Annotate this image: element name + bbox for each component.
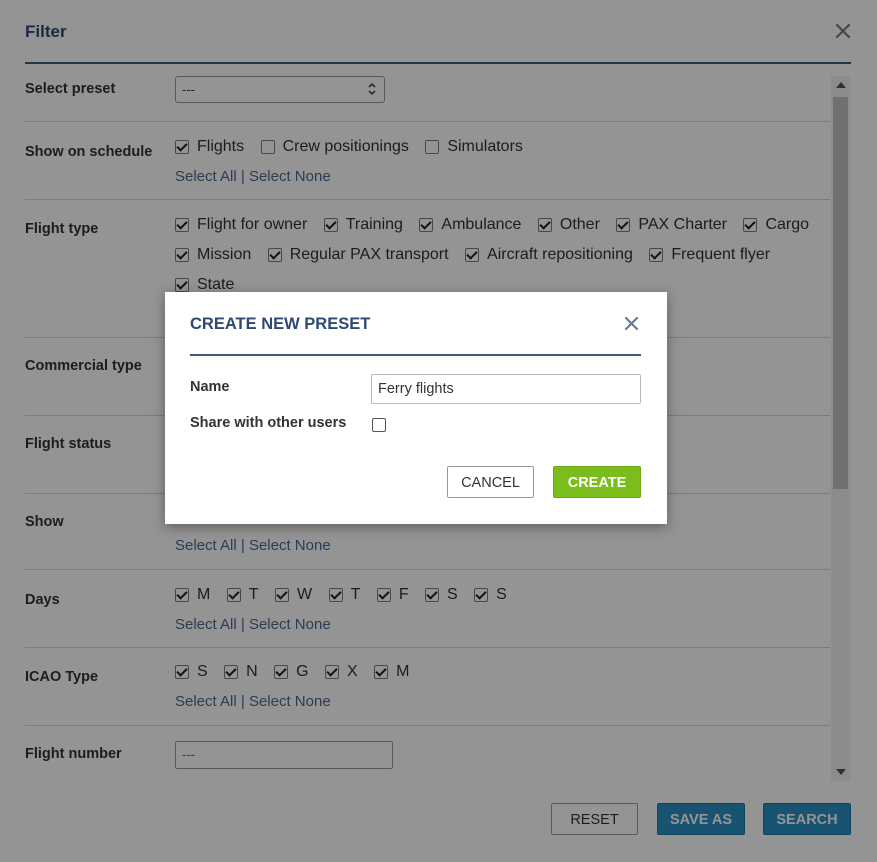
preset-name-input[interactable]: Ferry flights	[371, 374, 641, 404]
share-label: Share with other users	[190, 415, 347, 431]
share-checkbox[interactable]	[372, 418, 386, 432]
dialog-divider	[190, 354, 641, 356]
cancel-button[interactable]: CANCEL	[447, 466, 534, 498]
create-preset-dialog: CREATE NEW PRESET Name Ferry flights Sha…	[165, 292, 667, 524]
create-button[interactable]: CREATE	[553, 466, 641, 498]
dialog-title: CREATE NEW PRESET	[190, 315, 371, 333]
name-label: Name	[190, 379, 230, 395]
close-icon[interactable]	[623, 315, 640, 332]
